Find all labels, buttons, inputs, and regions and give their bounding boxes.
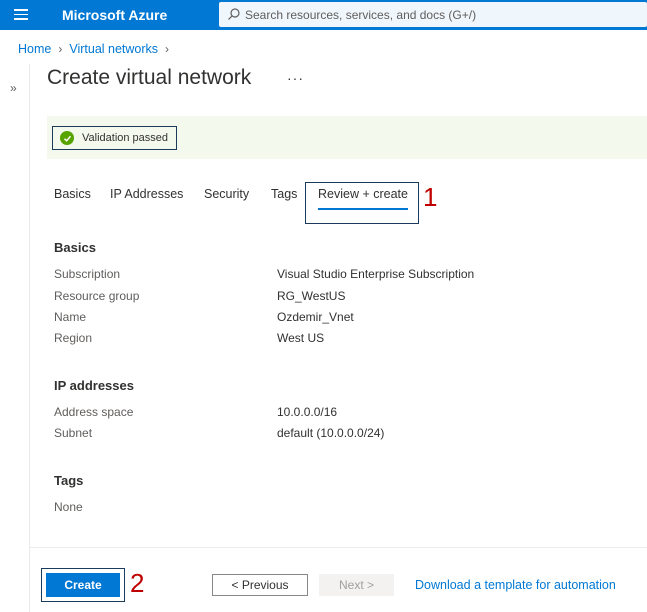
section-heading-ip-addresses: IP addresses — [54, 378, 134, 393]
field-label-region: Region — [54, 331, 93, 345]
field-label-resource-group: Resource group — [54, 289, 140, 303]
page-title: Create virtual network — [47, 66, 252, 89]
search-icon — [228, 8, 240, 20]
next-button: Next > — [319, 574, 394, 596]
download-template-link[interactable]: Download a template for automation — [415, 578, 616, 592]
annotation-marker-1: 1 — [423, 182, 438, 212]
more-options-icon[interactable]: ··· — [287, 70, 304, 86]
field-value-address-space: 10.0.0.0/16 — [277, 405, 338, 419]
field-value-resource-group: RG_WestUS — [277, 289, 346, 303]
validation-status: Validation passed — [52, 126, 178, 150]
section-heading-tags: Tags — [54, 473, 84, 488]
active-tab-underline — [318, 208, 408, 210]
field-label-name: Name — [54, 310, 87, 324]
field-value-subscription: Visual Studio Enterprise Subscription — [277, 267, 475, 281]
validation-banner: Validation passed — [47, 116, 647, 159]
section-heading-basics: Basics — [54, 240, 96, 255]
hamburger-menu-icon[interactable] — [14, 9, 28, 20]
create-button[interactable]: Create — [46, 573, 120, 597]
annotation-marker-2: 2 — [130, 568, 145, 598]
field-value-tags-none: None — [54, 500, 83, 514]
brand-title[interactable]: Microsoft Azure — [62, 7, 167, 23]
breadcrumb-virtual-networks[interactable]: Virtual networks — [69, 42, 158, 56]
field-label-subnet: Subnet — [54, 426, 93, 440]
global-search[interactable] — [219, 2, 647, 27]
field-value-subnet: default (10.0.0.0/24) — [277, 426, 385, 440]
left-rail: » — [0, 64, 30, 612]
tab-security[interactable]: Security — [204, 187, 249, 201]
field-label-address-space: Address space — [54, 405, 134, 419]
previous-button[interactable]: < Previous — [212, 574, 308, 596]
field-value-region: West US — [277, 331, 325, 345]
field-label-subscription: Subscription — [54, 267, 121, 281]
validation-text: Validation passed — [82, 132, 169, 144]
top-bar: Microsoft Azure — [0, 0, 647, 30]
check-circle-icon — [60, 131, 74, 145]
tab-basics[interactable]: Basics — [54, 187, 91, 201]
expand-chevrons-icon[interactable]: » — [10, 81, 17, 95]
tab-review-create[interactable]: Review + create — [318, 187, 408, 201]
search-input[interactable] — [245, 2, 641, 27]
breadcrumb-home[interactable]: Home — [18, 42, 51, 56]
tab-ip-addresses[interactable]: IP Addresses — [110, 187, 183, 201]
breadcrumb: Home › Virtual networks › — [18, 42, 176, 56]
footer-divider — [30, 547, 647, 548]
chevron-right-icon: › — [165, 42, 170, 56]
field-value-name: Ozdemir_Vnet — [277, 310, 354, 324]
chevron-right-icon: › — [58, 42, 63, 56]
tab-tags[interactable]: Tags — [271, 187, 297, 201]
